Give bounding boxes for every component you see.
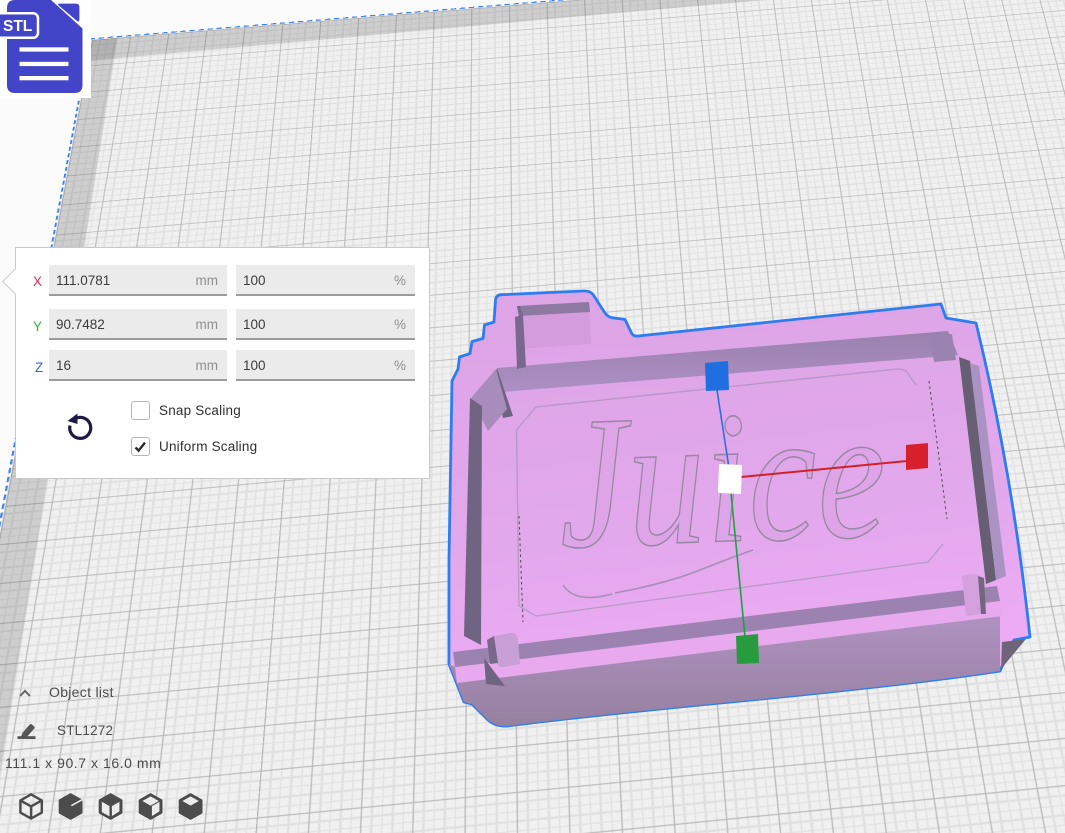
svg-text:STL: STL xyxy=(3,18,32,35)
